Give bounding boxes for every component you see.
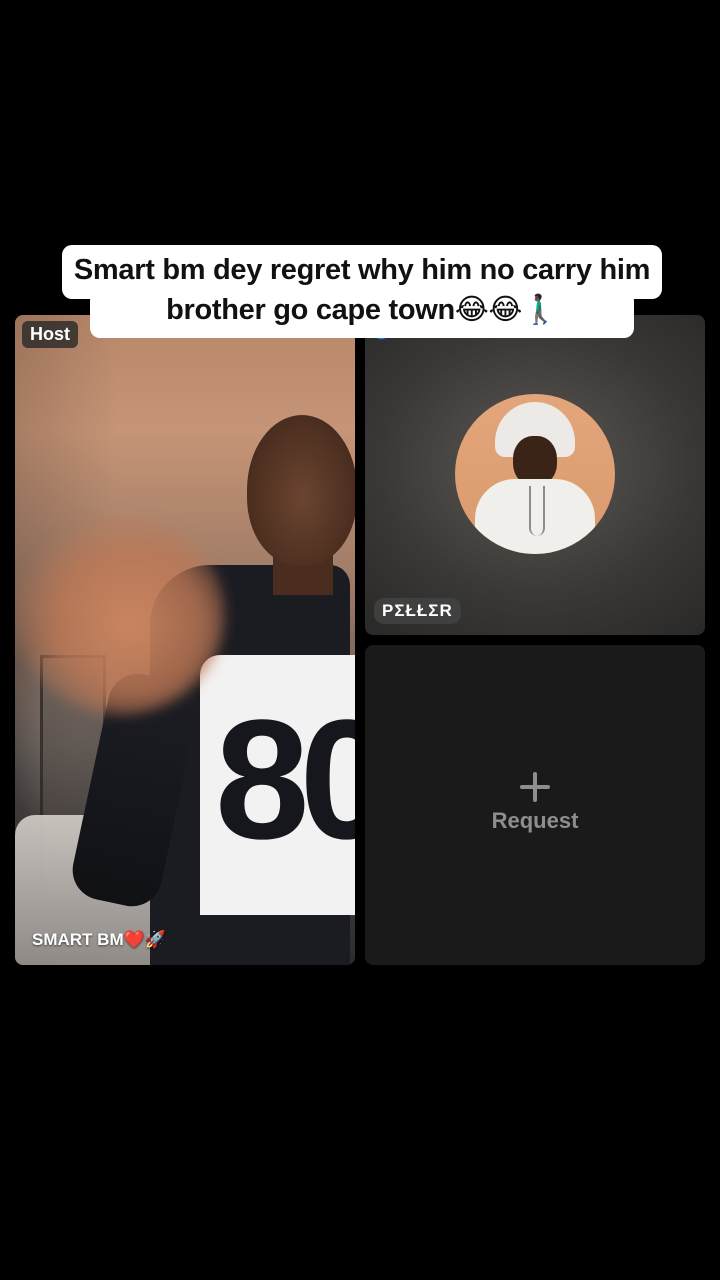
host-waving-hand — [15, 515, 225, 715]
video-caption: Smart bm dey regret why him no carry him… — [73, 254, 651, 326]
host-video-tile[interactable]: 80 — [15, 315, 355, 965]
host-jersey-number: 80 — [215, 685, 355, 875]
host-head — [247, 415, 355, 565]
plus-icon[interactable] — [518, 770, 552, 804]
avatar-chain — [529, 486, 545, 536]
request-label[interactable]: Request — [365, 808, 705, 834]
guest-avatar[interactable] — [455, 394, 615, 554]
host-name: SMART BM❤️🚀 — [32, 930, 166, 949]
guest-name: PΣŁŁΣR — [374, 598, 461, 624]
request-slot-tile[interactable] — [365, 645, 705, 965]
